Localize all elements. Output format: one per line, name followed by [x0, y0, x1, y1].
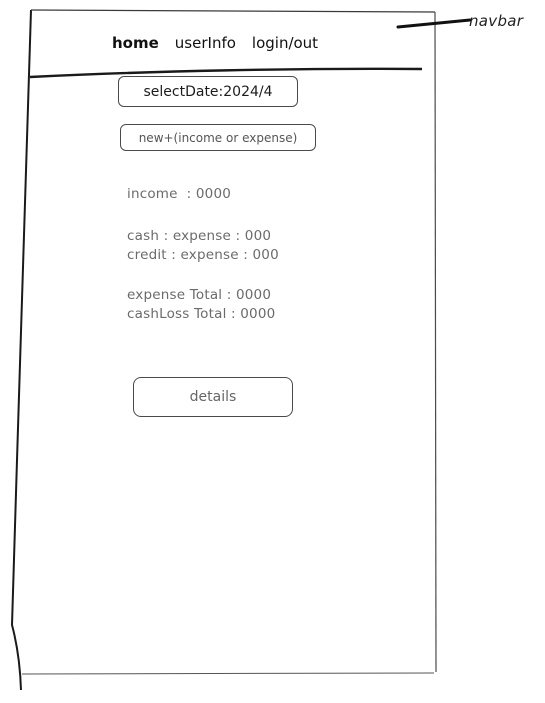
nav-item-userinfo[interactable]: userInfo — [175, 34, 236, 52]
navbar-pointer-line — [396, 18, 472, 29]
bottom-border-line — [21, 672, 435, 675]
income-summary: income : 0000 — [127, 186, 232, 202]
top-border-line — [30, 9, 436, 13]
navbar: home userInfo login/out — [112, 34, 318, 52]
nav-item-home[interactable]: home — [112, 34, 159, 52]
navbar-annotation-label: navbar — [469, 12, 524, 30]
expense-total-summary: expense Total : 0000 — [127, 287, 272, 303]
right-border-line — [434, 11, 437, 673]
credit-expense-summary: credit : expense : 000 — [127, 247, 279, 263]
details-button[interactable]: details — [133, 377, 293, 417]
select-date-button[interactable]: selectDate:2024/4 — [118, 76, 298, 107]
cashloss-total-summary: cashLoss Total : 0000 — [127, 306, 276, 322]
nav-item-login-logout[interactable]: login/out — [252, 34, 318, 52]
left-border-line — [10, 9, 32, 691]
cash-expense-summary: cash : expense : 000 — [127, 228, 272, 244]
new-entry-button[interactable]: new+(income or expense) — [120, 124, 316, 151]
